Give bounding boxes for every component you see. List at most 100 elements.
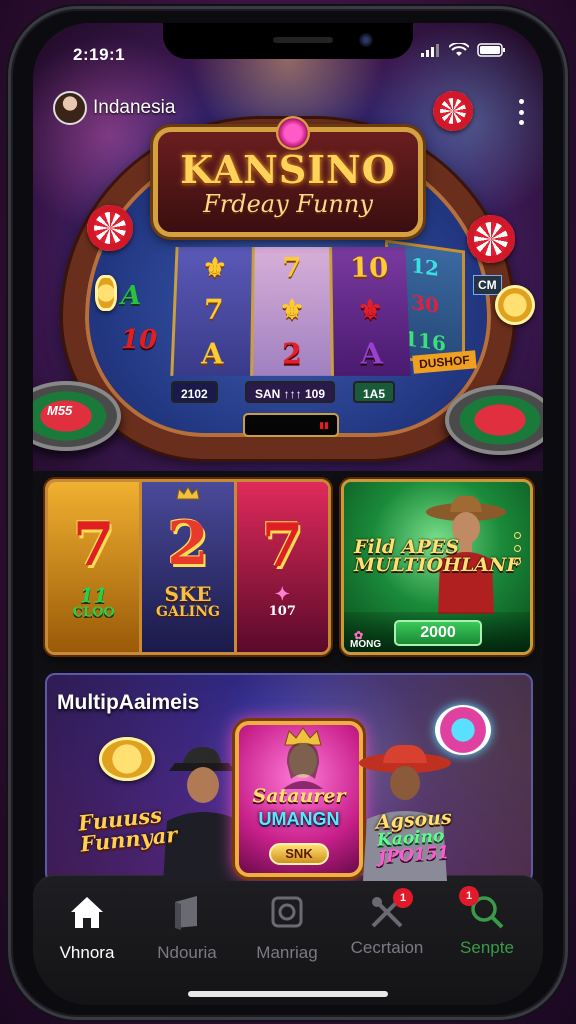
bet-chip[interactable]: 1A5 xyxy=(353,381,396,403)
poker-chip-icon xyxy=(435,705,491,755)
slot-sub-label: ✦ 107 xyxy=(268,583,296,619)
nav-item-search[interactable]: 1 Senpte xyxy=(437,886,537,958)
bottom-nav: Vhnora Ndouria Manriag 1 Cecrtaion 1 Sen… xyxy=(33,875,543,1005)
left-promo-line: Fuuuss Funnyar xyxy=(76,802,179,857)
reel-3: 10 ⚜ A xyxy=(328,247,411,376)
slot-sub-text: GALING xyxy=(156,604,220,621)
reel-symbol: 2 xyxy=(282,336,302,371)
gold-chip-icon xyxy=(95,275,117,311)
bet-chips: 2102 SAN ↑↑↑ 109 1A5 xyxy=(33,381,543,405)
logo-title: KANSINO xyxy=(180,146,396,192)
reel-symbol: A xyxy=(200,336,224,371)
two-symbol: 2 xyxy=(167,509,209,580)
reel-1: ⚜ 7 A xyxy=(170,247,253,376)
camera-icon xyxy=(271,896,303,928)
table-label: M55 xyxy=(47,403,73,418)
seven-symbol: 7 xyxy=(261,510,304,581)
credit-display: ▮▮ xyxy=(243,413,339,437)
poker-chip-icon xyxy=(467,215,515,263)
slot-sub-text: CLOO xyxy=(72,604,115,620)
nav-item-camera[interactable]: Manriag xyxy=(237,892,337,963)
more-options-icon[interactable] xyxy=(517,99,525,125)
reel-symbol: 7 xyxy=(203,293,224,327)
left-symbols: A 10 xyxy=(121,281,157,369)
left-promo-text: Fuuuss Funnyar xyxy=(76,801,191,857)
poker-chip-icon xyxy=(87,205,133,251)
phone-frame: Indanesia M55 KANSINO Frdeay Funny A 10 … xyxy=(8,6,568,1020)
symbol-10: 10 xyxy=(121,325,158,355)
reel-symbol: 10 xyxy=(349,251,389,284)
side-symbol: 12 xyxy=(411,252,439,281)
avatar[interactable] xyxy=(53,91,87,125)
wifi-icon xyxy=(449,43,469,56)
gem-icon: ✦ xyxy=(274,583,290,605)
card-title: Sataurer xyxy=(252,785,346,807)
queen-portrait xyxy=(283,742,323,789)
nav-label: Vhnora xyxy=(59,943,115,962)
hero-banner[interactable]: Indanesia M55 KANSINO Frdeay Funny A 10 … xyxy=(33,23,543,471)
cowboy-game-tile[interactable]: Fild APES MULTIOHLANF ✿ MONG 2000 xyxy=(341,479,533,655)
reel-symbol: ⚜ xyxy=(201,251,228,284)
nav-icon-wrap: 1 xyxy=(367,888,413,932)
slot-sub-label: SKE GALING xyxy=(156,584,220,620)
signal-icon xyxy=(421,44,439,57)
nav-label: Ndouria xyxy=(157,943,217,962)
cowboy-tag-text: MONG xyxy=(350,639,382,650)
reel-symbol: ⚜ xyxy=(357,293,384,327)
side-symbol: 116 xyxy=(404,326,446,357)
card-subtitle: UMANGN xyxy=(258,809,340,829)
game-logo: KANSINO Frdeay Funny xyxy=(153,116,423,237)
slot-column: 2 SKE GALING xyxy=(142,482,237,652)
notification-badge: 1 xyxy=(393,888,413,908)
poker-chip-icon xyxy=(433,91,473,131)
nav-item-bookmark[interactable]: Ndouria xyxy=(137,892,237,963)
nav-label: Senpte xyxy=(460,938,514,957)
status-time: 2:19:1 xyxy=(73,45,126,64)
notification-badge: 1 xyxy=(459,886,479,906)
gold-chip-icon xyxy=(99,737,155,781)
decor-dots xyxy=(514,532,522,565)
bet-chip[interactable]: SAN ↑↑↑ 109 xyxy=(245,381,336,403)
side-tag: CM xyxy=(473,275,502,295)
home-indicator[interactable] xyxy=(188,991,388,997)
reel-symbol: A xyxy=(360,336,384,371)
app-screen: Indanesia M55 KANSINO Frdeay Funny A 10 … xyxy=(33,23,543,1005)
right-promo-text: Agsous Kaoino JPO151 xyxy=(375,806,454,867)
profile-name: Indanesia xyxy=(93,97,176,118)
reel-symbol: 7 xyxy=(282,251,302,284)
home-icon xyxy=(71,897,103,928)
gold-chip-icon xyxy=(495,285,535,325)
user-profile[interactable]: Indanesia xyxy=(53,91,175,125)
battery-icon xyxy=(477,43,505,57)
nav-item-tools[interactable]: 1 Cecrtaion xyxy=(337,888,437,958)
logo-subtitle: Frdeay Funny xyxy=(203,189,373,218)
bet-chip[interactable]: 2102 xyxy=(171,381,218,403)
nav-label: Manriag xyxy=(256,943,318,962)
cowboy-game-title: Fild APES MULTIOHLANF xyxy=(354,536,520,577)
gem-icon xyxy=(276,116,310,150)
symbol-a: A xyxy=(121,281,142,311)
crown-icon xyxy=(176,486,200,500)
slot-sub-text: SKE xyxy=(164,582,212,607)
slot-column: 7 11 CLOO xyxy=(48,482,143,652)
card-play-button[interactable]: SNK xyxy=(269,843,329,865)
multigames-title: MultipAaimeis xyxy=(57,691,200,714)
slot-sub-label: 11 CLOO xyxy=(72,582,115,620)
slot-sub-number: 107 xyxy=(268,603,296,619)
cowboy-value-button[interactable]: 2000 xyxy=(394,620,482,646)
slots-game-tile[interactable]: 7 11 CLOO 2 SKE GALING 7 ✦ 107 xyxy=(45,479,331,655)
side-symbol: 30 xyxy=(411,290,439,318)
nav-label: Cecrtaion xyxy=(350,938,424,957)
slot-reels[interactable]: ⚜ 7 A 7 ⚜ 2 10 ⚜ A xyxy=(170,247,411,376)
reel-2: 7 ⚜ 2 xyxy=(250,247,331,376)
status-icons xyxy=(421,43,507,57)
slot-sub-number: 11 xyxy=(79,582,108,607)
slot-column: 7 ✦ 107 xyxy=(236,482,328,652)
reel-symbol: ⚜ xyxy=(279,293,305,327)
featured-game-card[interactable]: Sataurer UMANGN SNK xyxy=(235,721,363,877)
nav-icon-wrap: 1 xyxy=(459,886,507,932)
bookmark-icon xyxy=(175,896,197,930)
nav-item-home[interactable]: Vhnora xyxy=(37,892,137,963)
multigames-banner[interactable]: MultipAaimeis Sataurer UMANGN SNK Fuuuss… xyxy=(45,673,533,883)
status-bar: 2:19:1 xyxy=(33,23,543,67)
